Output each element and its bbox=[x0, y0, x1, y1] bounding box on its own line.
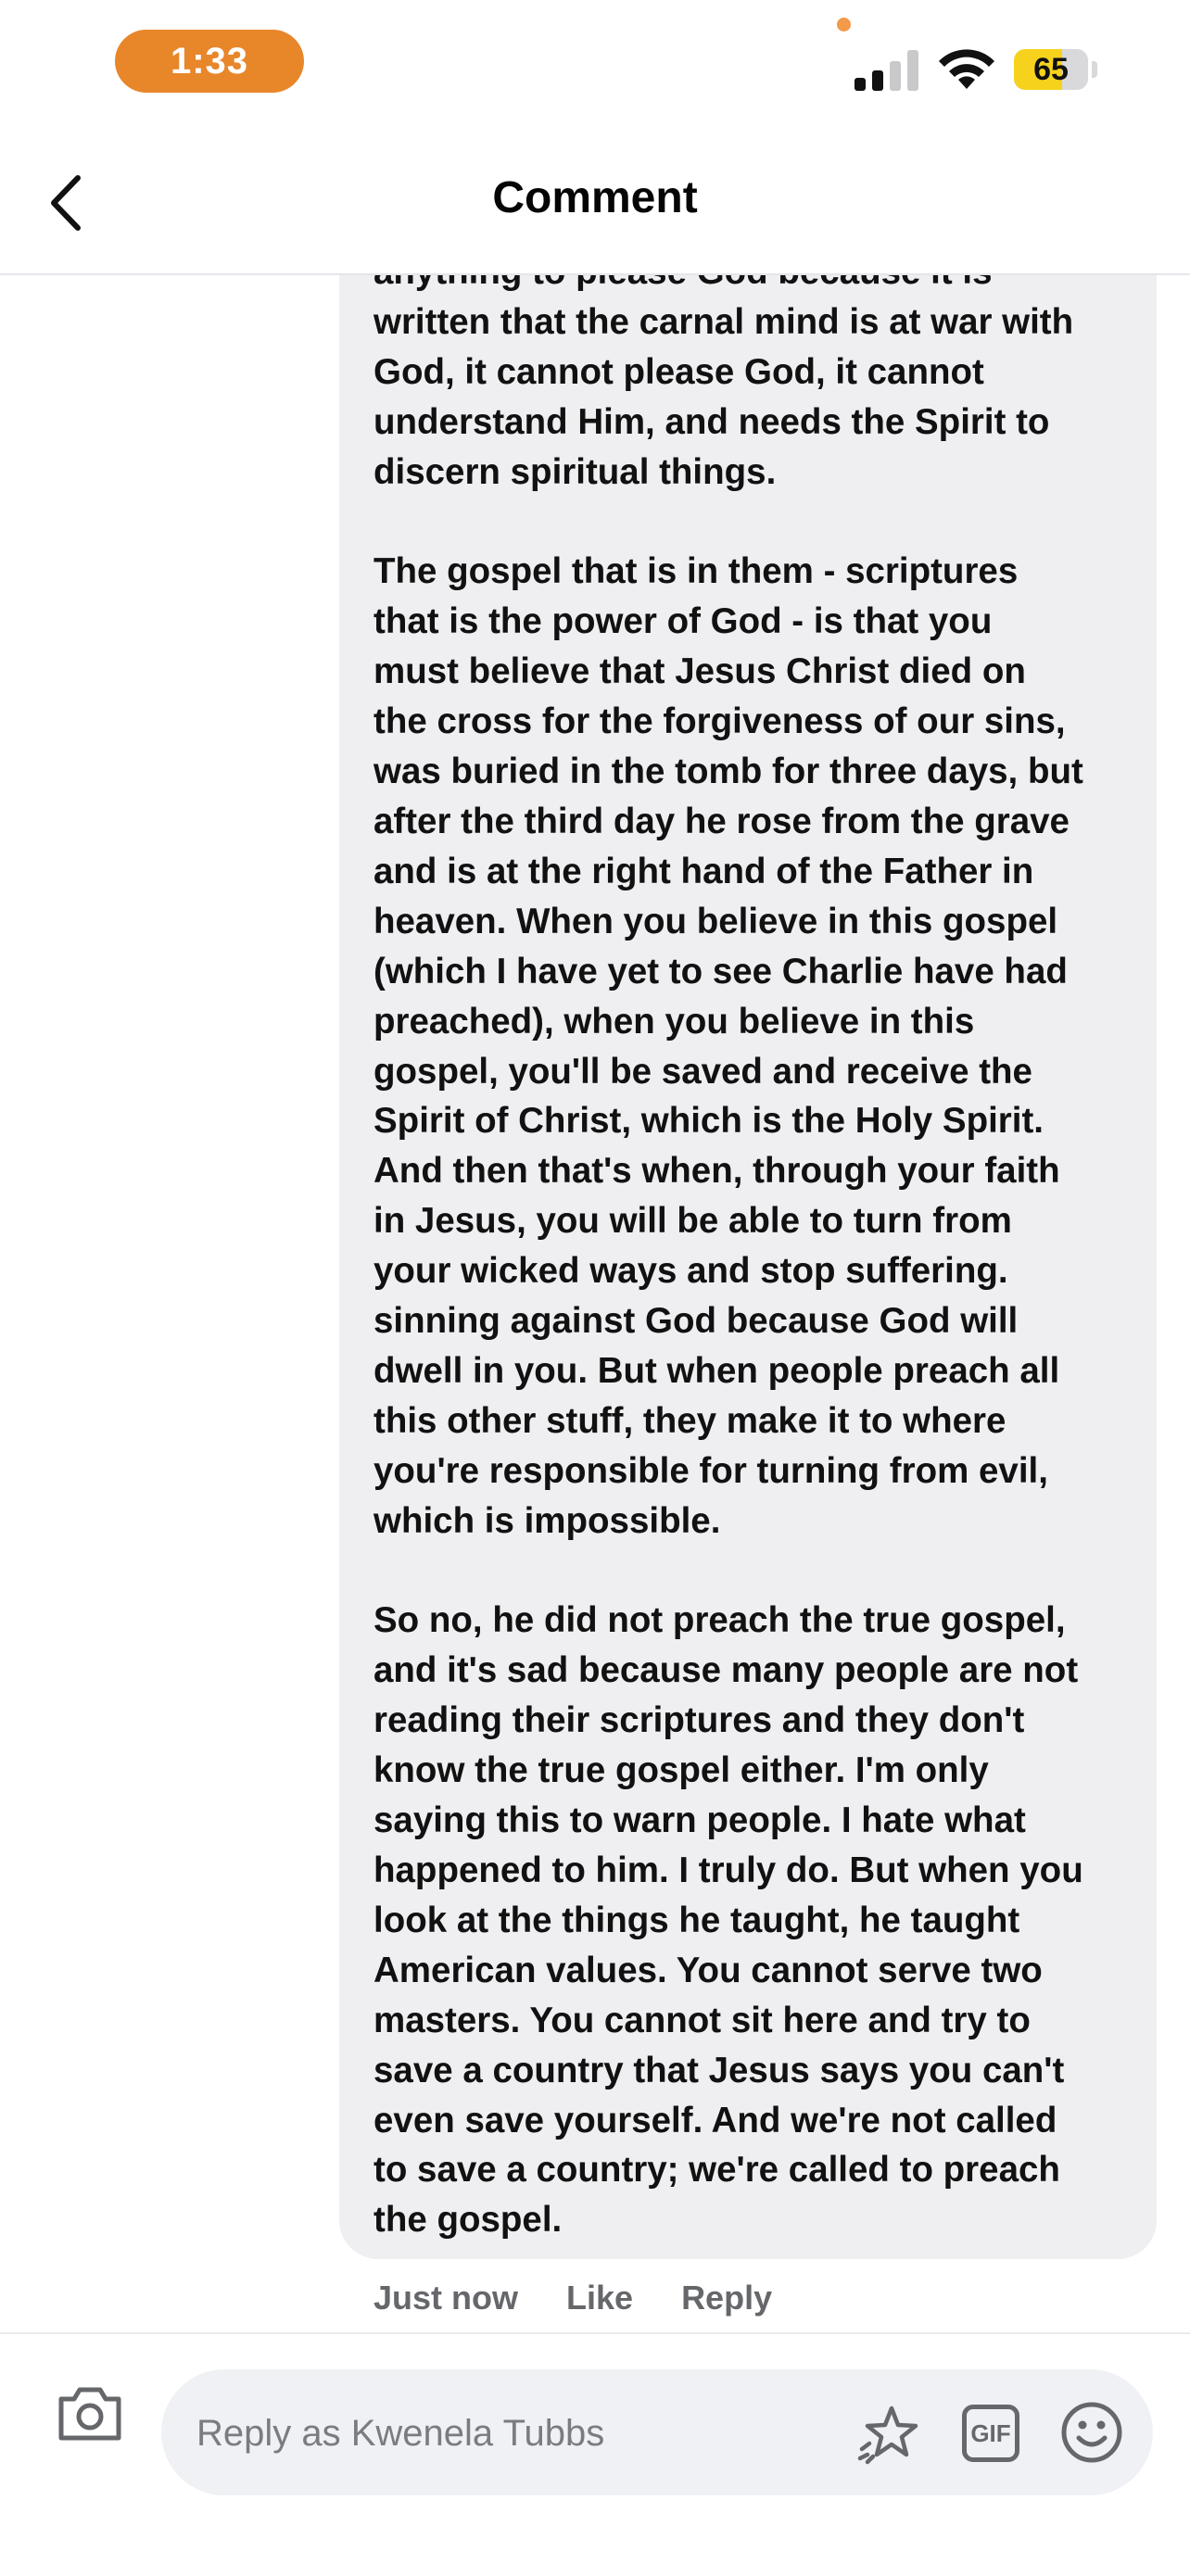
status-bar: 1:33 65 bbox=[0, 0, 1190, 130]
like-button[interactable]: Like bbox=[566, 2279, 633, 2317]
camera-button[interactable] bbox=[56, 2382, 124, 2443]
emoji-icon bbox=[1061, 2402, 1122, 2463]
reply-input-container: GIF bbox=[161, 2369, 1153, 2497]
battery-cap bbox=[1092, 61, 1097, 78]
camera-icon bbox=[58, 2387, 121, 2441]
comment-timestamp: Just now bbox=[373, 2279, 519, 2317]
reply-button[interactable]: Reply bbox=[681, 2279, 772, 2317]
reply-composer: GIF bbox=[0, 2332, 1190, 2576]
battery-level: 65 bbox=[1033, 51, 1069, 87]
header: Comment bbox=[0, 130, 1190, 275]
comment-actions: Just now Like Reply bbox=[373, 2275, 772, 2321]
wifi-icon bbox=[939, 49, 994, 89]
comment-bubble: anything to please God because it is wri… bbox=[339, 275, 1157, 2259]
sticker-icon bbox=[857, 2406, 918, 2465]
page-title: Comment bbox=[492, 173, 698, 222]
reply-input[interactable] bbox=[195, 2369, 829, 2497]
gif-button[interactable]: GIF bbox=[962, 2405, 1019, 2462]
comment-scroll-area[interactable]: anything to please God because it is wri… bbox=[0, 275, 1190, 2332]
privacy-indicator-dot bbox=[837, 18, 851, 32]
sticker-button[interactable] bbox=[855, 2401, 921, 2468]
comment-text: anything to please God because it is wri… bbox=[373, 275, 1083, 2241]
cellular-signal-icon bbox=[855, 48, 919, 91]
battery-icon: 65 bbox=[1014, 49, 1088, 90]
emoji-button[interactable] bbox=[1058, 2399, 1125, 2466]
status-time: 1:33 bbox=[115, 30, 304, 93]
